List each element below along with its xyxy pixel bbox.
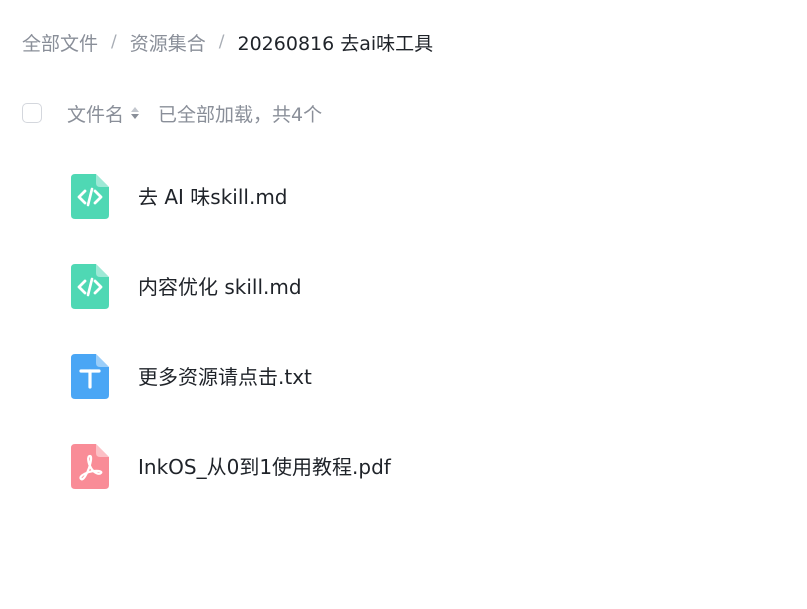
text-file-icon bbox=[71, 354, 109, 399]
breadcrumb-item-all-files[interactable]: 全部文件 bbox=[22, 29, 98, 56]
file-name[interactable]: 内容优化 skill.md bbox=[138, 272, 302, 302]
list-item[interactable]: 更多资源请点击.txt bbox=[0, 332, 807, 422]
breadcrumb-current-folder: 20260816 去ai味工具 bbox=[237, 32, 434, 55]
code-file-icon bbox=[71, 264, 109, 309]
breadcrumb-separator: / bbox=[218, 32, 225, 52]
list-item[interactable]: 内容优化 skill.md bbox=[0, 242, 807, 332]
select-all-checkbox[interactable] bbox=[22, 103, 42, 123]
breadcrumb-separator: / bbox=[111, 32, 117, 52]
code-file-icon bbox=[71, 174, 109, 219]
list-item[interactable]: 去 AI 味skill.md bbox=[0, 152, 807, 242]
breadcrumb: 全部文件 / 资源集合 / 20260816 去ai味工具 bbox=[22, 27, 433, 57]
filename-column-sort[interactable]: 文件名 bbox=[67, 100, 140, 127]
file-list-header: 文件名 已全部加载，共4个 bbox=[22, 98, 322, 128]
filename-column-label: 文件名 bbox=[67, 103, 125, 126]
pdf-file-icon bbox=[71, 444, 109, 489]
file-list: 去 AI 味skill.md 内容优化 skill.md 更多资源请点击.txt… bbox=[0, 152, 807, 512]
load-status-text: 已全部加载，共4个 bbox=[158, 103, 323, 126]
breadcrumb-item-resource-collection[interactable]: 资源集合 bbox=[130, 29, 206, 56]
file-name[interactable]: 去 AI 味skill.md bbox=[138, 182, 288, 212]
sort-icon bbox=[131, 107, 140, 119]
list-item[interactable]: InkOS_从0到1使用教程.pdf bbox=[0, 422, 807, 512]
file-name[interactable]: 更多资源请点击.txt bbox=[138, 362, 312, 392]
file-name[interactable]: InkOS_从0到1使用教程.pdf bbox=[138, 452, 391, 482]
